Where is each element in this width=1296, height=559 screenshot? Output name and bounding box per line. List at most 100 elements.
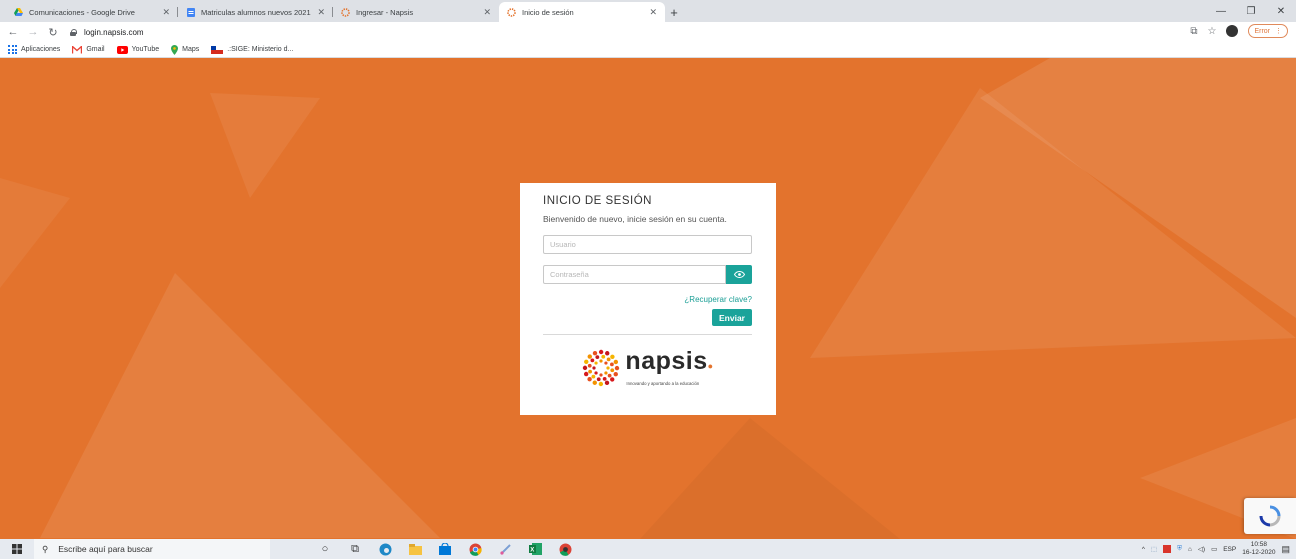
username-placeholder: Usuario bbox=[550, 240, 576, 249]
bookmark-star-icon[interactable]: ☆ bbox=[1207, 26, 1216, 37]
logo-dot bbox=[593, 350, 598, 356]
chrome-icon[interactable] bbox=[468, 542, 482, 556]
chat-icon[interactable]: ▭ bbox=[1211, 545, 1217, 553]
bookmark-aplicaciones[interactable]: Aplicaciones bbox=[8, 45, 60, 54]
tab-ingresar-napsis[interactable]: Ingresar - Napsis ✕ bbox=[333, 2, 499, 22]
bookmark-gmail[interactable]: Gmail bbox=[72, 45, 105, 54]
bookmark-maps[interactable]: Maps bbox=[171, 44, 199, 55]
logo-dot bbox=[601, 354, 606, 359]
restore-icon[interactable]: ❐ bbox=[1236, 0, 1266, 22]
password-field[interactable]: Contraseña bbox=[543, 265, 726, 284]
logo-dot bbox=[610, 354, 616, 359]
tray-red-icon[interactable] bbox=[1163, 545, 1172, 553]
window-controls: — ❐ ✕ bbox=[1206, 0, 1296, 22]
notifications-icon[interactable]: ▤ bbox=[1281, 544, 1290, 555]
logo-dot bbox=[584, 359, 589, 364]
chrome-profile-icon[interactable] bbox=[558, 542, 572, 556]
chevron-up-icon[interactable]: ^ bbox=[1142, 546, 1145, 553]
edge-icon[interactable] bbox=[378, 542, 392, 556]
close-tab-icon[interactable]: ✕ bbox=[649, 7, 657, 18]
translate-icon[interactable]: ⧉ bbox=[1190, 26, 1197, 37]
recaptcha-icon bbox=[1259, 505, 1281, 527]
close-tab-icon[interactable]: ✕ bbox=[483, 7, 491, 18]
tab-google-drive[interactable]: Comunicaciones - Google Drive ✕ bbox=[6, 2, 178, 22]
forward-icon[interactable]: → bbox=[26, 26, 40, 38]
password-placeholder: Contraseña bbox=[550, 270, 589, 279]
file-explorer-icon[interactable] bbox=[408, 542, 422, 556]
google-sheets-icon bbox=[186, 7, 195, 17]
tray-shield-icon[interactable]: ⛨ bbox=[1177, 545, 1182, 553]
bookmark-sige[interactable]: .:SIGE: Ministerio d... bbox=[211, 45, 293, 54]
submit-button[interactable]: Enviar bbox=[712, 309, 752, 326]
excel-icon[interactable]: X bbox=[528, 542, 542, 556]
start-button[interactable] bbox=[0, 544, 34, 554]
logo-dot bbox=[610, 362, 615, 367]
address-bar[interactable]: login.napsis.com bbox=[70, 28, 144, 37]
login-title: INICIO DE SESIÓN bbox=[543, 195, 652, 207]
napsis-icon bbox=[507, 7, 516, 17]
recover-password-link[interactable]: ¿Recuperar clave? bbox=[543, 295, 752, 304]
close-tab-icon[interactable]: ✕ bbox=[317, 7, 325, 18]
reload-icon[interactable]: ↻ bbox=[46, 26, 60, 39]
logo-dot bbox=[590, 358, 595, 363]
language-indicator[interactable]: ESP bbox=[1223, 546, 1236, 553]
more-vert-icon: ⋮ bbox=[1275, 28, 1282, 35]
maps-icon bbox=[171, 44, 179, 55]
back-icon[interactable]: ← bbox=[6, 26, 20, 38]
logo-dot bbox=[610, 368, 615, 373]
logo-dot bbox=[599, 373, 604, 377]
tab-matriculas[interactable]: Matriculas alumnos nuevos 2021 ✕ bbox=[178, 2, 333, 22]
close-tab-icon[interactable]: ✕ bbox=[162, 7, 170, 18]
logo-dot bbox=[614, 359, 619, 365]
bookmark-youtube[interactable]: YouTube bbox=[116, 45, 159, 54]
volume-icon[interactable]: ◁) bbox=[1198, 545, 1205, 553]
logo-dot bbox=[604, 361, 608, 365]
taskbar-apps: ○ ⧉ X bbox=[318, 542, 572, 556]
logo-dot bbox=[588, 363, 593, 368]
logo-dot bbox=[595, 355, 600, 359]
napsis-icon bbox=[341, 7, 350, 17]
lock-icon bbox=[70, 28, 77, 36]
paint-icon[interactable] bbox=[498, 542, 512, 556]
apps-grid-icon bbox=[8, 45, 17, 54]
tab-inicio-sesion[interactable]: Inicio de sesión ✕ bbox=[499, 2, 665, 22]
logo-dot bbox=[583, 365, 588, 371]
logo-dot bbox=[597, 377, 602, 382]
bookmarks-bar: Aplicaciones Gmail YouTube Maps .:SIGE: … bbox=[0, 42, 1296, 58]
login-card: INICIO DE SESIÓN Bienvenido de nuevo, in… bbox=[520, 183, 776, 415]
logo-dot bbox=[594, 371, 599, 375]
logo-dot bbox=[591, 374, 596, 379]
taskbar-search[interactable]: ⚲ Escribe aquí para buscar bbox=[34, 539, 270, 559]
logo-dot bbox=[610, 377, 615, 382]
tray-app-icon[interactable]: ⬚ bbox=[1151, 545, 1157, 553]
logo-dot bbox=[599, 349, 604, 355]
username-field[interactable]: Usuario bbox=[543, 235, 752, 254]
logo-dot bbox=[592, 380, 598, 385]
cortana-icon[interactable]: ○ bbox=[318, 542, 332, 556]
napsis-logo: napsis● Innovando y aportando a la educa… bbox=[543, 348, 752, 388]
logo-dot bbox=[613, 372, 619, 377]
new-tab-button[interactable]: + bbox=[665, 2, 683, 22]
recaptcha-badge[interactable] bbox=[1244, 498, 1296, 534]
logo-dot bbox=[606, 366, 611, 370]
logo-dot bbox=[599, 359, 604, 363]
logo-dot bbox=[587, 377, 593, 382]
chile-flag-icon bbox=[211, 45, 224, 54]
store-icon[interactable] bbox=[438, 542, 452, 556]
password-row: Contraseña bbox=[543, 265, 752, 284]
divider bbox=[543, 334, 752, 335]
login-page-background: INICIO DE SESIÓN Bienvenido de nuevo, in… bbox=[0, 58, 1296, 539]
youtube-icon bbox=[116, 45, 128, 54]
minimize-icon[interactable]: — bbox=[1206, 0, 1236, 22]
task-view-icon[interactable]: ⧉ bbox=[348, 542, 362, 556]
close-window-icon[interactable]: ✕ bbox=[1266, 0, 1296, 22]
logo-tagline: Innovando y aportando a la educación bbox=[626, 381, 700, 386]
logo-dot bbox=[603, 377, 607, 381]
show-password-button[interactable] bbox=[726, 265, 752, 284]
tab-strip: Comunicaciones - Google Drive ✕ Matricul… bbox=[0, 0, 1296, 22]
clock[interactable]: 10:58 16-12-2020 bbox=[1242, 541, 1275, 557]
avatar[interactable] bbox=[1226, 25, 1239, 37]
logo-dot bbox=[587, 354, 593, 359]
error-badge[interactable]: Error ⋮ bbox=[1248, 24, 1288, 38]
network-icon[interactable]: ⌂ bbox=[1188, 546, 1192, 553]
